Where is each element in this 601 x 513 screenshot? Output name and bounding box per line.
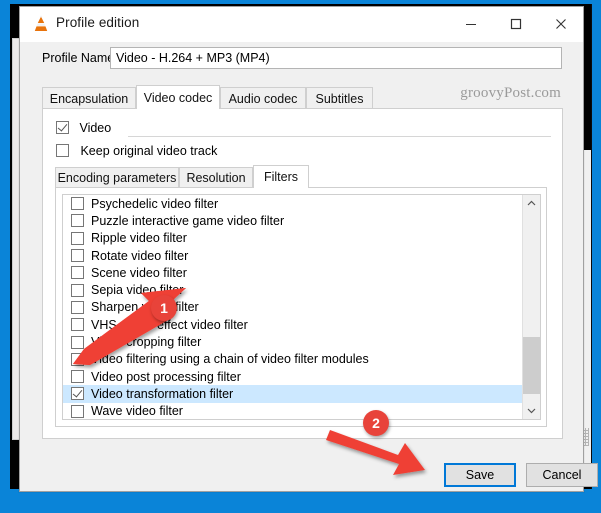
video-settings-tab-bar: Encoding parameters Resolution Filters (55, 165, 547, 188)
filter-row-sharpen-video-filter[interactable]: Sharpen video filter (63, 299, 523, 316)
filter-checkbox-puzzle-interactive-game-video-filter[interactable] (71, 214, 84, 228)
filter-checkbox-rotate-video-filter[interactable] (71, 249, 84, 263)
tab-encoding-parameters[interactable]: Encoding parameters (55, 167, 179, 188)
annotation-badge-1: 1 (151, 295, 177, 321)
filter-label: Video cropping filter (91, 335, 202, 350)
filters-list: Psychedelic video filter Puzzle interacti… (63, 195, 523, 419)
desktop-edge-right (592, 0, 601, 513)
filter-label: Video post processing filter (91, 369, 241, 384)
desktop-edge-top (0, 0, 601, 4)
close-button[interactable] (538, 7, 583, 41)
filter-row-video-transformation-filter[interactable]: Video transformation filter (63, 385, 523, 403)
site-watermark: groovyPost.com (460, 85, 561, 101)
filter-checkbox-scene-video-filter[interactable] (71, 266, 84, 280)
filter-label: Rotate video filter (91, 248, 189, 263)
filter-row-sepia-video-filter[interactable]: Sepia video filter (63, 281, 523, 298)
filter-label: Video filtering using a chain of video f… (91, 352, 369, 367)
tab-resolution[interactable]: Resolution (179, 167, 253, 188)
filter-label: Sharpen video filter (91, 300, 199, 315)
filter-row-wave-video-filter[interactable]: Wave video filter (63, 403, 523, 419)
filter-checkbox-ripple-video-filter[interactable] (71, 231, 84, 245)
filters-listbox[interactable]: Psychedelic video filter Puzzle interacti… (62, 194, 541, 420)
filter-checkbox-wave-video-filter[interactable] (71, 404, 84, 418)
tab-video-codec-label: Video codec (143, 90, 213, 105)
filter-row-video-filtering-using-a-chain-of-video-filter-modules[interactable]: Video filtering using a chain of video f… (63, 351, 523, 368)
filter-checkbox-sepia-video-filter[interactable] (71, 283, 84, 297)
video-codec-page: Video Keep original video track Encoding… (42, 109, 563, 439)
filter-row-puzzle-interactive-game-video-filter[interactable]: Puzzle interactive game video filter (63, 212, 523, 229)
filter-checkbox-vhs-movie-effect-video-filter[interactable] (71, 318, 84, 332)
annotation-badge-2: 2 (363, 410, 389, 436)
scroll-up-arrow-icon[interactable] (523, 195, 540, 212)
keep-original-track-checkbox[interactable] (56, 144, 69, 158)
filter-checkbox-sharpen-video-filter[interactable] (71, 300, 84, 314)
filter-label: Psychedelic video filter (91, 196, 219, 211)
video-group-divider (128, 136, 551, 137)
scrollbar-track[interactable] (523, 212, 540, 402)
tab-filters-label: Filters (263, 170, 299, 184)
annotation-badge-1-number: 1 (160, 300, 168, 316)
save-button[interactable]: Save (444, 463, 516, 487)
filter-row-vhs-movie-effect-video-filter[interactable]: VHS movie effect video filter (63, 316, 523, 333)
cancel-button-label: Cancel (542, 468, 582, 482)
filter-checkbox-video-cropping-filter[interactable] (71, 335, 84, 349)
filter-label: Scene video filter (91, 265, 187, 280)
video-enable-checkbox[interactable] (56, 121, 69, 135)
filter-row-video-cropping-filter[interactable]: Video cropping filter (63, 333, 523, 350)
desktop-edge-bottom (0, 489, 601, 513)
filter-row-rotate-video-filter[interactable]: Rotate video filter (63, 247, 523, 264)
title-bar[interactable]: Profile edition (20, 7, 583, 42)
maximize-button[interactable] (493, 7, 538, 41)
filter-row-video-post-processing-filter[interactable]: Video post processing filter (63, 368, 523, 385)
filter-row-scene-video-filter[interactable]: Scene video filter (63, 264, 523, 281)
filter-label: Video transformation filter (91, 386, 234, 401)
keep-original-track-label: Keep original video track (80, 143, 218, 158)
desktop-edge-left (0, 0, 10, 513)
filter-label: Ripple video filter (91, 231, 187, 246)
minimize-button[interactable] (448, 7, 493, 41)
filter-label: Puzzle interactive game video filter (91, 213, 285, 228)
tab-subtitles[interactable]: Subtitles (306, 87, 373, 109)
filter-row-ripple-video-filter[interactable]: Ripple video filter (63, 230, 523, 247)
profile-edition-dialog: Profile edition Profile Name Encapsulati… (19, 6, 598, 492)
scrollbar-thumb[interactable] (523, 337, 540, 395)
profile-name-label: Profile Name (42, 51, 115, 65)
vlc-cone-icon (32, 15, 50, 33)
window-controls (448, 7, 583, 41)
filter-checkbox-video-transformation-filter[interactable] (71, 387, 84, 401)
tab-encapsulation[interactable]: Encapsulation (42, 87, 136, 109)
filter-checkbox-video-filtering-using-a-chain-of-video-filter-modules[interactable] (71, 352, 84, 366)
filter-row-psychedelic-video-filter[interactable]: Psychedelic video filter (63, 195, 523, 212)
keep-original-track-row[interactable]: Keep original video track (56, 142, 217, 160)
scroll-down-arrow-icon[interactable] (523, 402, 540, 419)
tab-resolution-label: Resolution (186, 171, 246, 185)
tab-audio-codec-label: Audio codec (228, 91, 298, 106)
filter-label: Sepia video filter (91, 283, 184, 298)
profile-name-row: Profile Name (20, 47, 585, 73)
tab-encapsulation-label: Encapsulation (49, 91, 129, 106)
tab-encoding-parameters-label: Encoding parameters (57, 171, 177, 185)
profile-name-input[interactable] (110, 47, 562, 69)
cancel-button[interactable]: Cancel (526, 463, 598, 487)
tab-filters[interactable]: Filters (253, 165, 309, 188)
filter-label: Wave video filter (91, 404, 183, 419)
save-button-label: Save (465, 468, 495, 482)
tab-subtitles-label: Subtitles (315, 91, 364, 106)
video-enable-row[interactable]: Video (56, 119, 551, 137)
annotation-badge-2-number: 2 (372, 415, 380, 431)
filter-checkbox-video-post-processing-filter[interactable] (71, 370, 84, 384)
filters-panel: Psychedelic video filter Puzzle interacti… (55, 188, 547, 427)
filters-scrollbar[interactable] (522, 195, 540, 419)
tab-video-codec[interactable]: Video codec (136, 85, 220, 109)
window-title: Profile edition (56, 15, 140, 30)
filter-checkbox-psychedelic-video-filter[interactable] (71, 197, 84, 211)
video-enable-label: Video (79, 120, 112, 135)
tab-audio-codec[interactable]: Audio codec (220, 87, 306, 109)
